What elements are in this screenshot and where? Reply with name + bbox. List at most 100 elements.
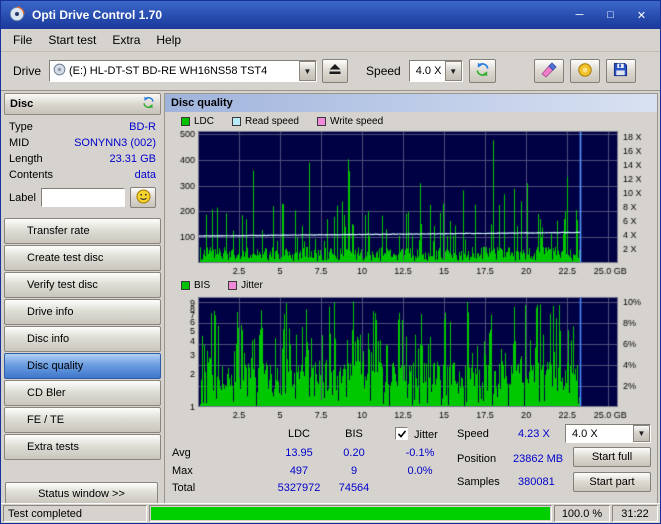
menu-item[interactable]: Extra: [104, 30, 148, 50]
speed-result-value: 4.23 X: [518, 428, 550, 440]
disc-panel-title: Disc: [10, 98, 34, 110]
nav-item[interactable]: FE / TE: [4, 407, 161, 433]
nav-item[interactable]: Transfer rate: [4, 218, 161, 244]
dropdown-arrow-icon[interactable]: ▼: [633, 425, 650, 442]
nav-item[interactable]: Drive info: [4, 299, 161, 325]
nav-item[interactable]: Create test disc: [4, 245, 161, 271]
start-full-button[interactable]: Start full: [573, 447, 651, 467]
menubar: File Start test Extra Help: [1, 29, 660, 52]
nav-item[interactable]: Extra tests: [4, 434, 161, 460]
stat-bis-value: 9: [350, 465, 358, 477]
stat-ldc-value: 13.95: [285, 447, 313, 459]
test-speed-select[interactable]: 4.0 X ▼: [565, 424, 651, 443]
menu-item[interactable]: Help: [148, 30, 189, 50]
progress-bar: [149, 505, 552, 522]
stats-row: Max 497 9 0.0%: [165, 465, 465, 481]
nav-item[interactable]: Disc quality: [4, 353, 161, 379]
speed-select-value: 4.0 X: [415, 65, 442, 77]
test-speed-value: 4.0 X: [572, 427, 598, 440]
field-value: SONYNN3 (002): [74, 137, 156, 149]
field-value: data: [134, 169, 156, 181]
toolbar: Drive (E:) HL-DT-ST BD-RE WH16NS58 TST4 …: [1, 52, 660, 91]
smiley-icon: [136, 189, 151, 207]
menu-item[interactable]: Start test: [40, 30, 104, 50]
legend-item: Write speed: [316, 115, 384, 127]
disc-quality-panel: Disc quality LDC Read speed Write speed: [164, 93, 658, 504]
window-title: Opti Drive Control 1.70: [32, 8, 163, 22]
panel-header: Disc quality: [165, 94, 657, 112]
stat-bis-value: 74564: [338, 482, 370, 494]
speed-label: Speed: [366, 64, 401, 78]
bis-chart-canvas: [168, 293, 654, 421]
elapsed-time: 31:22: [612, 505, 658, 522]
refresh-icon: [475, 62, 490, 80]
stats-row: Avg 13.95 0.20 -0.1%: [165, 447, 465, 463]
menu-item[interactable]: File: [5, 30, 40, 50]
legend-swatch: [228, 280, 238, 290]
disc-info-row: Length 23.31 GB: [4, 151, 161, 167]
legend-swatch: [181, 116, 190, 126]
results-area: LDC BIS Jitter Avg 13.95 0.20 -0.1% Max: [165, 420, 657, 504]
ldc-chart-legend: LDC Read speed Write speed: [181, 115, 383, 127]
field-value: 23.31 GB: [109, 153, 156, 165]
statusbar: Test completed 100.0 % 31:22: [1, 503, 660, 523]
status-message: Test completed: [3, 505, 147, 522]
legend-label: Jitter: [241, 279, 263, 291]
nav-item[interactable]: CD Bler: [4, 380, 161, 406]
field-label: Contents: [9, 169, 54, 181]
close-button[interactable]: ✕: [627, 5, 656, 26]
legend-item: Read speed: [232, 116, 299, 127]
report-button[interactable]: [569, 59, 600, 83]
legend-label: LDC: [194, 115, 215, 127]
samples-label: Samples: [457, 476, 500, 488]
progress-fill: [151, 507, 550, 520]
stat-jitter-value: -0.1%: [405, 447, 435, 459]
speed-result-label: Speed: [457, 428, 489, 440]
save-button[interactable]: [605, 59, 636, 83]
drive-label: Drive: [13, 64, 42, 78]
drive-select[interactable]: (E:) HL-DT-ST BD-RE WH16NS58 TST4 ▼: [49, 60, 318, 82]
status-window-button[interactable]: Status window >>: [5, 482, 158, 505]
disc-panel: Disc Type BD-R MID SONYNN3 (002) Length: [4, 93, 161, 461]
legend-label: Write speed: [329, 115, 384, 127]
rescan-disc-button[interactable]: [142, 96, 155, 112]
nav-item[interactable]: Verify test disc: [4, 272, 161, 298]
dropdown-arrow-icon[interactable]: ▼: [444, 61, 462, 81]
eject-button[interactable]: [322, 59, 349, 83]
speed-select[interactable]: 4.0 X ▼: [408, 60, 463, 82]
write-label-button[interactable]: [130, 187, 156, 208]
ldc-chart-canvas: [168, 127, 654, 277]
gold-disc-icon: [577, 62, 593, 81]
dropdown-arrow-icon[interactable]: ▼: [299, 61, 317, 81]
minimize-button[interactable]: ─: [565, 5, 594, 26]
refresh-button[interactable]: [468, 59, 496, 83]
label-row: Label: [4, 183, 161, 209]
start-part-button[interactable]: Start part: [573, 472, 651, 492]
stat-label: Max: [172, 465, 193, 477]
label-input[interactable]: [40, 188, 125, 207]
field-label: Type: [9, 121, 33, 133]
stat-ldc-value: 497: [289, 465, 309, 477]
drive-icon: [53, 63, 66, 79]
disc-info-row: Type BD-R: [4, 119, 161, 135]
disc-info-list: Type BD-R MID SONYNN3 (002) Length 23.31…: [4, 119, 161, 183]
legend-item: LDC: [181, 116, 214, 127]
disc-panel-header: Disc: [4, 93, 161, 115]
label-field-label: Label: [9, 191, 36, 204]
position-value: 23862 MB: [513, 453, 564, 465]
eject-icon: [329, 64, 341, 78]
bis-chart-legend: BIS Jitter: [181, 279, 263, 291]
nav-item[interactable]: Disc info: [4, 326, 161, 352]
stat-jitter-value: 0.0%: [407, 465, 433, 477]
legend-swatch: [316, 116, 326, 126]
samples-value: 380081: [518, 476, 555, 488]
field-value: BD-R: [129, 121, 156, 133]
maximize-button[interactable]: □: [596, 5, 625, 26]
stat-bis-value: 0.20: [343, 447, 365, 459]
disc-info-row: MID SONYNN3 (002): [4, 135, 161, 151]
legend-swatch: [232, 116, 242, 126]
stats-row: Total 5327972 74564: [165, 482, 465, 498]
erase-disc-button[interactable]: [533, 59, 564, 83]
app-icon: [9, 6, 25, 25]
app-window: Opti Drive Control 1.70 ─ □ ✕ File Start …: [0, 0, 661, 524]
